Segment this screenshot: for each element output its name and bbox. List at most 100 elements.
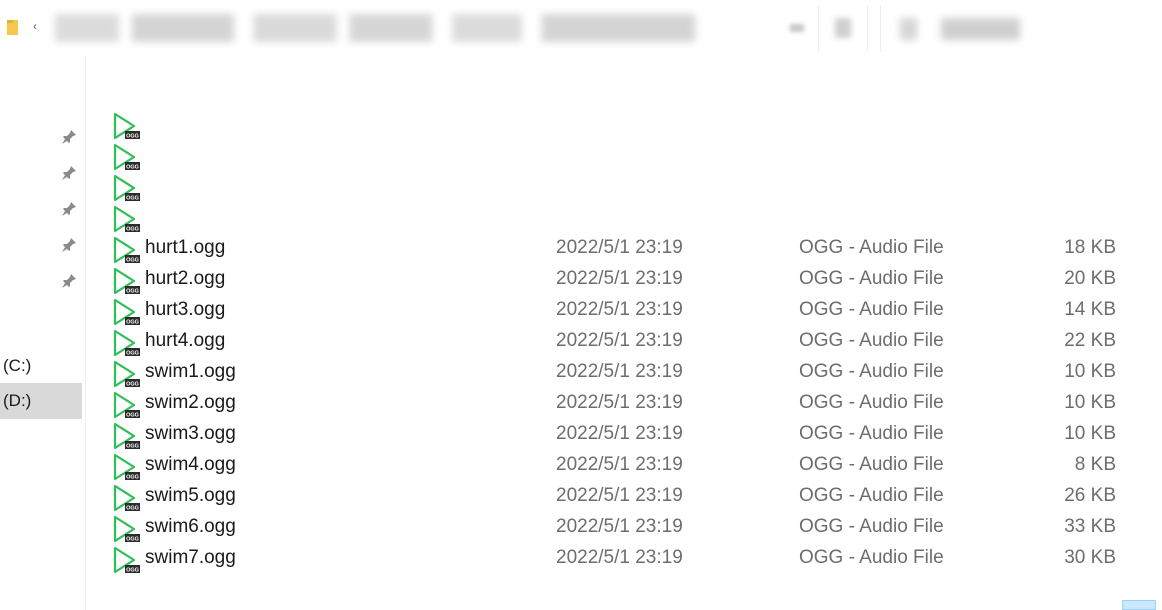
file-type: OGG - Audio File (799, 237, 944, 258)
file-date-modified: 2022/5/1 23:19 (556, 454, 683, 475)
file-row[interactable]: OGG hurt1.ogg 2022/5/1 23:19 OGG - Audio Fi… (112, 234, 1142, 265)
file-row[interactable]: OGG (112, 203, 1142, 234)
file-row[interactable]: OGG hurt4.ogg 2022/5/1 23:19 OGG - Audio Fi… (112, 327, 1142, 358)
ogg-badge-text: OGG (126, 381, 139, 387)
file-row[interactable]: OGG swim1.ogg 2022/5/1 23:19 OGG - Audio Fi… (112, 358, 1142, 389)
file-row[interactable]: OGG swim5.ogg 2022/5/1 23:19 OGG - Audio Fi… (112, 482, 1142, 513)
file-type: OGG - Audio File (799, 485, 944, 506)
refresh-icon (835, 18, 851, 38)
file-name: swim3.ogg (145, 423, 236, 444)
file-list: OGG OGG OGG OGG OGG hurt1.ogg 2022/5/1 23:19 OG… (112, 110, 1142, 575)
file-row[interactable]: OGG hurt2.ogg 2022/5/1 23:19 OGG - Audio Fi… (112, 265, 1142, 296)
file-row[interactable]: OGG (112, 172, 1142, 203)
ogg-audio-file-icon: OGG (113, 484, 140, 511)
file-name: swim1.ogg (145, 361, 236, 382)
file-size: 20 KB (1064, 268, 1116, 289)
ogg-audio-file-icon: OGG (113, 267, 140, 294)
refresh-button[interactable] (818, 6, 868, 52)
file-name: hurt4.ogg (145, 330, 226, 351)
ogg-audio-file-icon: OGG (113, 205, 140, 232)
pin-icon[interactable] (60, 200, 78, 218)
ogg-badge-text: OGG (126, 226, 139, 232)
address-bar: ‹ (0, 0, 1162, 56)
file-type: OGG - Audio File (799, 547, 944, 568)
pin-icon[interactable] (60, 164, 78, 182)
nav-drive-label: (C:) (3, 356, 32, 375)
file-row[interactable]: OGG swim2.ogg 2022/5/1 23:19 OGG - Audio Fi… (112, 389, 1142, 420)
file-size: 22 KB (1064, 330, 1116, 351)
search-placeholder-blurred (900, 18, 1020, 40)
file-row[interactable]: OGG swim6.ogg 2022/5/1 23:19 OGG - Audio Fi… (112, 513, 1142, 544)
ogg-audio-file-icon: OGG (113, 236, 140, 263)
file-type: OGG - Audio File (799, 299, 944, 320)
ogg-badge-text: OGG (126, 443, 139, 449)
file-size: 10 KB (1064, 361, 1116, 382)
pin-icon[interactable] (60, 236, 78, 254)
ogg-badge-text: OGG (126, 412, 139, 418)
file-type: OGG - Audio File (799, 454, 944, 475)
file-row[interactable]: OGG hurt3.ogg 2022/5/1 23:19 OGG - Audio Fi… (112, 296, 1142, 327)
file-type: OGG - Audio File (799, 268, 944, 289)
file-date-modified: 2022/5/1 23:19 (556, 392, 683, 413)
ogg-badge-text: OGG (126, 567, 139, 573)
navigation-pane: (C:) (D:) (0, 56, 86, 610)
nav-drive-item[interactable]: (D:) (0, 383, 82, 419)
file-date-modified: 2022/5/1 23:19 (556, 361, 683, 382)
pin-icon[interactable] (60, 128, 78, 146)
ogg-audio-file-icon: OGG (113, 515, 140, 542)
ogg-badge-text: OGG (126, 133, 139, 139)
ogg-badge-text: OGG (126, 319, 139, 325)
file-name: swim2.ogg (145, 392, 236, 413)
ogg-badge-text: OGG (126, 536, 139, 542)
file-type: OGG - Audio File (799, 516, 944, 537)
chevron-left-icon[interactable]: ‹ (33, 19, 37, 33)
file-date-modified: 2022/5/1 23:19 (556, 423, 683, 444)
ogg-audio-file-icon: OGG (113, 329, 140, 356)
ogg-badge-text: OGG (126, 257, 139, 263)
file-date-modified: 2022/5/1 23:19 (556, 547, 683, 568)
file-name: swim6.ogg (145, 516, 236, 537)
file-name: swim5.ogg (145, 485, 236, 506)
file-row[interactable]: OGG swim7.ogg 2022/5/1 23:19 OGG - Audio Fi… (112, 544, 1142, 575)
file-date-modified: 2022/5/1 23:19 (556, 330, 683, 351)
file-size: 18 KB (1064, 237, 1116, 258)
file-row[interactable]: OGG swim3.ogg 2022/5/1 23:19 OGG - Audio Fi… (112, 420, 1142, 451)
ogg-badge-text: OGG (126, 474, 139, 480)
address-path-blurred[interactable] (55, 14, 695, 42)
ogg-audio-file-icon: OGG (113, 112, 140, 139)
file-name: hurt3.ogg (145, 299, 226, 320)
file-date-modified: 2022/5/1 23:19 (556, 237, 683, 258)
file-row[interactable]: OGG swim4.ogg 2022/5/1 23:19 OGG - Audio Fi… (112, 451, 1142, 482)
file-date-modified: 2022/5/1 23:19 (556, 268, 683, 289)
file-type: OGG - Audio File (799, 392, 944, 413)
file-name: swim4.ogg (145, 454, 236, 475)
ogg-badge-text: OGG (126, 288, 139, 294)
file-size (1012, 172, 1116, 203)
file-type: OGG - Audio File (799, 361, 944, 382)
folder-icon (7, 20, 18, 35)
nav-drive-label: (D:) (3, 391, 32, 410)
file-row[interactable]: OGG (112, 110, 1142, 141)
selection-indicator (1122, 600, 1156, 610)
ogg-audio-file-icon: OGG (113, 453, 140, 480)
ogg-audio-file-icon: OGG (113, 360, 140, 387)
file-name: hurt2.ogg (145, 268, 226, 289)
file-size (1012, 203, 1116, 234)
ogg-audio-file-icon: OGG (113, 143, 140, 170)
file-size (1012, 110, 1116, 141)
file-date-modified: 2022/5/1 23:19 (556, 516, 683, 537)
nav-drive-item[interactable]: (C:) (0, 348, 82, 384)
ogg-audio-file-icon: OGG (113, 422, 140, 449)
file-size: 26 KB (1064, 485, 1116, 506)
ogg-audio-file-icon: OGG (113, 391, 140, 418)
file-size (1012, 141, 1116, 172)
pin-icon[interactable] (60, 272, 78, 290)
file-name: hurt1.ogg (145, 237, 226, 258)
file-size: 8 KB (1074, 454, 1116, 475)
ogg-audio-file-icon: OGG (113, 546, 140, 573)
file-type: OGG - Audio File (799, 330, 944, 351)
file-row[interactable]: OGG (112, 141, 1142, 172)
file-size: 14 KB (1064, 299, 1116, 320)
address-dropdown-blurred[interactable] (790, 24, 804, 32)
ogg-badge-text: OGG (126, 505, 139, 511)
